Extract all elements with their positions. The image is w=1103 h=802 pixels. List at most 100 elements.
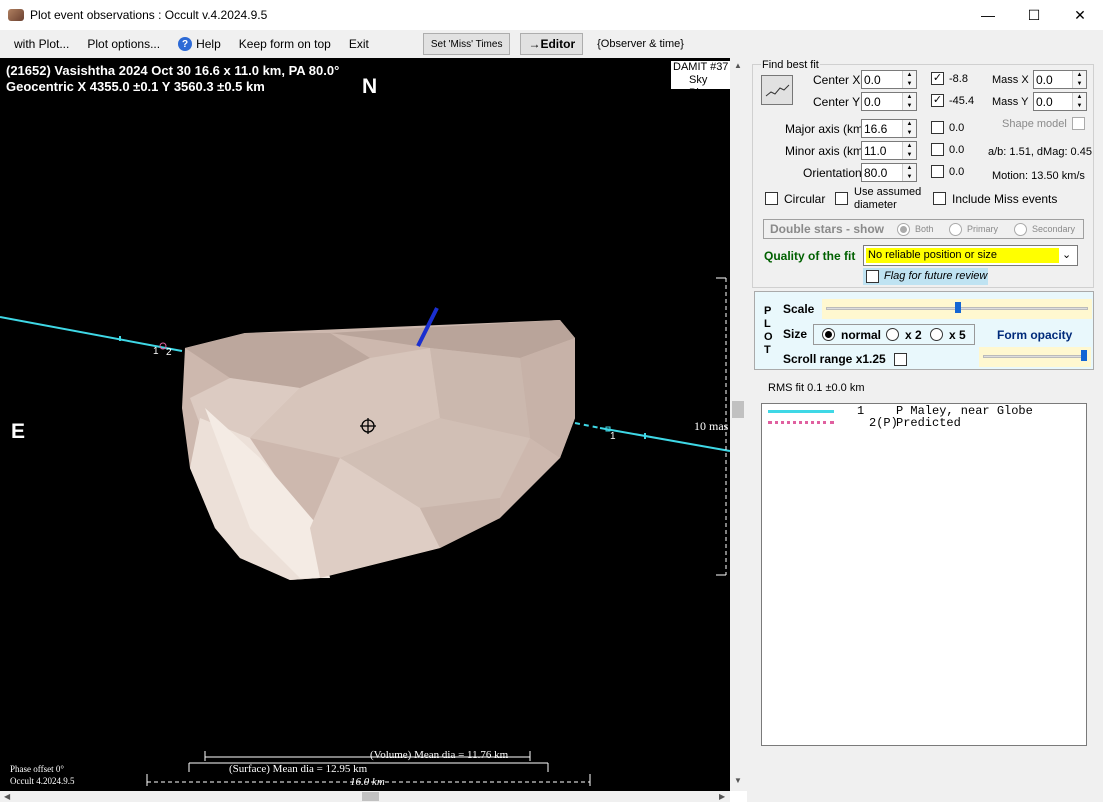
menu-plot-options[interactable]: Plot options... [78,30,169,58]
major-axis-input[interactable]: 16.6 ▲ ▼ [861,119,917,138]
orientation-value: 80.0 [864,165,888,180]
center-y-checkbox[interactable]: ✓ [931,94,944,107]
surface-dia-label: (Surface) Mean dia = 12.95 km [229,763,368,775]
center-x-spinner[interactable]: ▲ ▼ [902,71,916,88]
double-stars-label: Double stars - show [770,222,885,236]
opacity-slider-thumb[interactable] [1081,350,1087,361]
plot-vertical-l: L [764,318,771,330]
double-both-radio[interactable] [897,223,910,236]
minor-axis-checkbox[interactable] [931,143,944,156]
circular-checkbox[interactable] [765,192,778,205]
menu-help[interactable]: ? Help [169,30,230,58]
center-y-spinner[interactable]: ▲ ▼ [902,93,916,110]
center-x-label: Center X [813,73,861,87]
quality-value: No reliable position or size [866,248,1059,263]
major-axis-label: Major axis (km) [785,122,868,136]
scroll-down-icon[interactable]: ▼ [734,776,742,785]
mass-y-spinner[interactable]: ▲ ▼ [1072,93,1086,110]
editor-button[interactable]: →Editor [520,33,584,55]
mass-y-input[interactable]: 0.0 ▲ ▼ [1033,92,1087,111]
orientation-spinner[interactable]: ▲ ▼ [902,164,916,181]
plot-vertical-label: P L O T [764,305,774,357]
major-axis-spinner[interactable]: ▲ ▼ [902,120,916,137]
rms-fit-label: RMS fit 0.1 ±0.0 km [768,382,865,394]
scale-slider-thumb[interactable] [955,302,961,313]
double-secondary-radio[interactable] [1014,223,1027,236]
center-y-value: 0.0 [864,94,881,109]
window-title: Plot event observations : Occult v.4.202… [30,8,268,22]
chord-label-1: 1 [153,346,159,357]
quality-dropdown[interactable]: No reliable position or size ⌄ [863,245,1078,266]
center-x-checkbox[interactable]: ✓ [931,72,944,85]
shape-model-checkbox[interactable] [1072,117,1085,130]
size-normal-radio[interactable] [822,328,835,341]
mass-x-spinner[interactable]: ▲ ▼ [1072,71,1086,88]
legend-line-predicted [768,421,834,424]
opacity-slider-track [983,355,1087,358]
east-label: E [11,420,26,443]
size-x5-radio[interactable] [930,328,943,341]
fit-panel: Find best fit Center X 0.0 ▲ ▼ Center Y 0.… [747,58,1103,802]
menu-keep-on-top[interactable]: Keep form on top [230,30,340,58]
size-x2-radio[interactable] [886,328,899,341]
scroll-up-icon[interactable]: ▲ [734,61,742,70]
set-miss-times-button[interactable]: Set 'Miss' Times [422,33,511,55]
plot-vertical-p: P [764,305,772,317]
size-label: Size [783,327,808,341]
plot-header-line2: Geocentric X 4355.0 ±0.1 Y 3560.3 ±0.5 k… [6,79,265,94]
mass-y-value: 0.0 [1036,94,1053,109]
shape-model-label: Shape model [1002,118,1067,130]
use-assumed-checkbox[interactable] [835,192,848,205]
fit-curve-icon [765,84,790,97]
damit-label: DAMIT #37 [673,61,729,73]
include-miss-checkbox[interactable] [933,192,946,205]
scroll-right-icon[interactable]: ▶ [719,792,725,801]
plot-vertical-o: O [764,331,773,343]
major-axis-checkbox[interactable] [931,121,944,134]
plot-header-line1: (21652) Vasishtha 2024 Oct 30 16.6 x 11.… [6,63,340,78]
find-best-fit-label: Find best fit [761,59,820,71]
volume-dia-label: (Volume) Mean dia = 11.76 km [370,749,509,761]
chord-1-right-dashed [574,422,601,429]
menu-bar: with Plot... Plot options... ? Help Keep… [0,30,1103,58]
double-both-label: Both [915,224,934,234]
horizontal-scrollbar[interactable]: ◀ ▶ [0,791,730,802]
north-label: N [362,75,378,98]
menu-exit[interactable]: Exit [340,30,378,58]
chord-right-label: 1 [610,431,616,442]
plot-canvas[interactable]: (21652) Vasishtha 2024 Oct 30 16.6 x 11.… [0,58,730,791]
form-opacity-slider[interactable] [979,347,1091,367]
flag-review-checkbox[interactable] [866,270,879,283]
scroll-thumb-vertical[interactable] [732,401,744,418]
scroll-left-icon[interactable]: ◀ [4,792,10,801]
scroll-range-checkbox[interactable] [894,353,907,366]
asteroid-shape [182,320,575,580]
minor-axis-spinner[interactable]: ▲ ▼ [902,142,916,159]
motion-label: Motion: 13.50 km/s [992,170,1085,182]
include-miss-label: Include Miss events [952,192,1058,206]
find-best-fit-button[interactable] [761,75,793,105]
size-normal-label: normal [841,328,882,342]
center-x-input[interactable]: 0.0 ▲ ▼ [861,70,917,89]
maximize-button[interactable]: ☐ [1011,0,1057,30]
plot-svg [0,277,730,786]
mass-x-input[interactable]: 0.0 ▲ ▼ [1033,70,1087,89]
vertical-scrollbar[interactable]: ▲ ▼ [730,58,747,791]
orientation-input[interactable]: 80.0 ▲ ▼ [861,163,917,182]
minimize-button[interactable]: — [965,0,1011,30]
double-primary-radio[interactable] [949,223,962,236]
diameter-label: diameter [854,199,897,211]
center-y-input[interactable]: 0.0 ▲ ▼ [861,92,917,111]
mas-scale-label: 10 mas [694,419,729,433]
orientation-checkbox[interactable] [931,165,944,178]
menu-with-plot[interactable]: with Plot... [0,30,78,58]
scale-slider[interactable] [822,299,1092,319]
legend-num-2: 2(P) [869,416,898,430]
mass-x-label: Mass X [992,74,1029,86]
observer-time-label: {Observer & time} [597,38,684,50]
center-x-check-value: -8.8 [949,73,968,85]
plot-vertical-t: T [764,344,771,356]
minor-axis-input[interactable]: 11.0 ▲ ▼ [861,141,917,160]
scroll-thumb-horizontal[interactable] [362,792,379,801]
close-button[interactable]: ✕ [1057,0,1103,30]
